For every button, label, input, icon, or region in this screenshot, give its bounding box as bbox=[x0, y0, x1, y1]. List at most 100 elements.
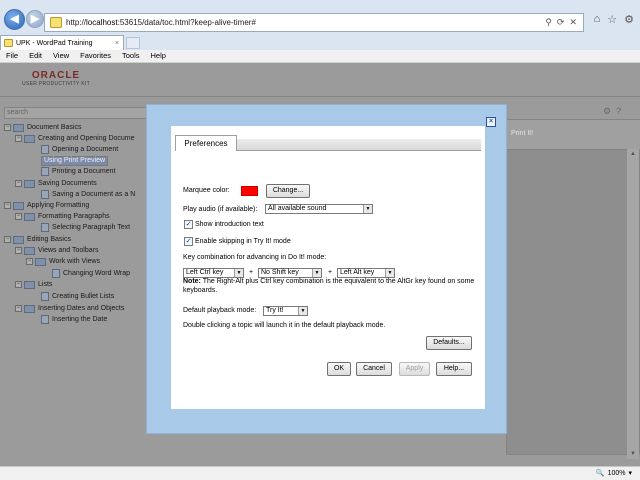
search-input[interactable]: search bbox=[4, 107, 154, 119]
tree-item-label: Work with Views bbox=[49, 258, 101, 265]
browser-chrome: ◀ ▶ http://localhost:53615/data/toc.html… bbox=[0, 0, 640, 50]
refresh-icon[interactable]: ⟳ bbox=[557, 17, 565, 28]
tree-book-item[interactable]: − Lists bbox=[15, 279, 52, 290]
enable-skip-checkbox[interactable]: ✓ bbox=[184, 237, 193, 246]
tree-book-item[interactable]: − Creating and Opening Docume bbox=[15, 133, 135, 144]
menu-file[interactable]: File bbox=[0, 50, 23, 62]
collapse-icon[interactable]: − bbox=[15, 180, 22, 187]
tab-preferences[interactable]: Preferences bbox=[175, 135, 237, 151]
gear-icon[interactable]: ⚙ bbox=[624, 13, 634, 26]
page-icon bbox=[50, 17, 62, 28]
star-icon[interactable]: ☆ bbox=[607, 13, 617, 26]
tree-topic-item[interactable]: Printing a Document bbox=[41, 166, 115, 177]
tree-book-item[interactable]: − Editing Basics bbox=[4, 234, 71, 245]
book-icon bbox=[13, 123, 24, 132]
chevron-down-icon: ▼ bbox=[298, 307, 307, 315]
playback-mode-select[interactable]: Try It! ▼ bbox=[263, 306, 308, 316]
tree-book-item[interactable]: − Work with Views bbox=[26, 256, 100, 267]
settings-icon[interactable]: ⚙ bbox=[603, 106, 611, 117]
tree-item-label: Using Print Preview bbox=[41, 155, 109, 166]
page-scrollbar[interactable]: ▲ ▼ bbox=[627, 149, 639, 459]
search-icon[interactable]: ⚲ bbox=[545, 17, 552, 28]
tree-item-label: Saving Documents bbox=[38, 180, 97, 187]
collapse-icon[interactable]: − bbox=[15, 305, 22, 312]
collapse-icon[interactable]: − bbox=[26, 258, 33, 265]
collapse-icon[interactable]: − bbox=[4, 202, 11, 209]
show-intro-checkbox[interactable]: ✓ bbox=[184, 220, 193, 229]
browser-tab[interactable]: UPK - WordPad Training × bbox=[0, 35, 124, 50]
close-icon[interactable]: × bbox=[486, 117, 496, 127]
apply-button[interactable]: Apply bbox=[399, 362, 430, 376]
topic-icon bbox=[41, 145, 49, 154]
ok-button[interactable]: OK bbox=[327, 362, 351, 376]
topic-icon bbox=[52, 269, 60, 278]
collapse-icon[interactable]: − bbox=[15, 135, 22, 142]
zoom-level[interactable]: 🔍 100% ▾ bbox=[596, 468, 632, 480]
home-icon[interactable]: ⌂ bbox=[594, 13, 601, 26]
tree-item-label: Inserting Dates and Objects bbox=[38, 305, 125, 312]
oracle-logo: ORACLE USER PRODUCTIVITY KIT bbox=[22, 70, 90, 87]
tree-topic-item[interactable]: Inserting the Date bbox=[41, 314, 107, 325]
tree-item-label: Inserting the Date bbox=[52, 316, 108, 323]
tree-book-item[interactable]: − Inserting Dates and Objects bbox=[15, 303, 124, 314]
menu-favorites[interactable]: Favorites bbox=[74, 50, 116, 62]
scroll-down-icon[interactable]: ▼ bbox=[627, 449, 639, 459]
collapse-icon[interactable]: − bbox=[4, 124, 11, 131]
tab-close-icon[interactable]: × bbox=[115, 40, 119, 47]
help-button[interactable]: Help... bbox=[436, 362, 472, 376]
chevron-down-icon: ▼ bbox=[385, 269, 394, 277]
change-color-button[interactable]: Change... bbox=[266, 184, 310, 198]
book-icon bbox=[35, 257, 46, 266]
collapse-icon[interactable]: − bbox=[15, 281, 22, 288]
collapse-icon[interactable]: − bbox=[15, 213, 22, 220]
collapse-icon[interactable]: − bbox=[15, 247, 22, 254]
scroll-up-icon[interactable]: ▲ bbox=[627, 149, 639, 159]
cancel-button[interactable]: Cancel bbox=[356, 362, 392, 376]
tree-topic-item[interactable]: Changing Word Wrap bbox=[52, 268, 130, 279]
tree-book-item[interactable]: − Applying Formatting bbox=[4, 200, 89, 211]
forward-button[interactable]: ▶ bbox=[26, 10, 44, 28]
marquee-color-label: Marquee color: bbox=[183, 187, 230, 194]
tab-title: UPK - WordPad Training bbox=[16, 39, 93, 47]
tree-item-label: Changing Word Wrap bbox=[63, 270, 131, 277]
menu-help[interactable]: Help bbox=[145, 50, 171, 62]
menu-edit[interactable]: Edit bbox=[23, 50, 47, 62]
book-icon bbox=[24, 134, 35, 143]
tree-item-label: Formatting Paragraphs bbox=[38, 213, 110, 220]
playback-mode-label: Default playback mode: bbox=[183, 307, 257, 314]
collapse-icon[interactable]: − bbox=[4, 236, 11, 243]
tree-book-item[interactable]: − Views and Toolbars bbox=[15, 245, 98, 256]
book-icon bbox=[24, 280, 35, 289]
back-button[interactable]: ◀ bbox=[4, 9, 25, 30]
show-intro-label: Show introduction text bbox=[195, 221, 264, 228]
menu-view[interactable]: View bbox=[47, 50, 74, 62]
address-url[interactable]: http://localhost:53615/data/toc.html?kee… bbox=[66, 18, 545, 27]
tree-book-item[interactable]: − Document Basics bbox=[4, 122, 81, 133]
tree-topic-item[interactable]: Saving a Document as a N bbox=[41, 189, 135, 200]
defaults-button[interactable]: Defaults... bbox=[426, 336, 472, 350]
tree-topic-item[interactable]: Creating Bullet Lists bbox=[41, 291, 114, 302]
new-tab-button[interactable] bbox=[126, 37, 140, 49]
address-bar[interactable]: http://localhost:53615/data/toc.html?kee… bbox=[44, 13, 584, 32]
tree-item-label: Applying Formatting bbox=[27, 202, 90, 209]
print-it-header[interactable]: Print It! bbox=[511, 130, 533, 137]
menu-tools[interactable]: Tools bbox=[116, 50, 145, 62]
marquee-color-swatch bbox=[241, 186, 258, 196]
tree-topic-item[interactable]: Using Print Preview bbox=[41, 155, 109, 166]
book-icon bbox=[13, 235, 24, 244]
tree-book-item[interactable]: − Formatting Paragraphs bbox=[15, 211, 110, 222]
topic-icon bbox=[41, 190, 49, 199]
tree-topic-item[interactable]: Selecting Paragraph Text bbox=[41, 222, 130, 233]
tree-item-label: Views and Toolbars bbox=[38, 247, 99, 254]
book-icon bbox=[24, 304, 35, 313]
play-audio-select[interactable]: All available sound ▼ bbox=[265, 204, 373, 214]
tree-topic-item[interactable]: Opening a Document bbox=[41, 144, 118, 155]
zoom-icon: 🔍 bbox=[595, 470, 605, 477]
tree-book-item[interactable]: − Saving Documents bbox=[15, 178, 97, 189]
close-icon[interactable]: ✕ bbox=[569, 17, 577, 28]
help-icon[interactable]: ? bbox=[616, 106, 621, 117]
tree-item-label: Selecting Paragraph Text bbox=[52, 224, 131, 231]
status-bar: 🔍 100% ▾ bbox=[0, 466, 640, 480]
chevron-down-icon: ▼ bbox=[363, 205, 372, 213]
key-combination-label: Key combination for advancing in Do It! … bbox=[183, 254, 327, 261]
